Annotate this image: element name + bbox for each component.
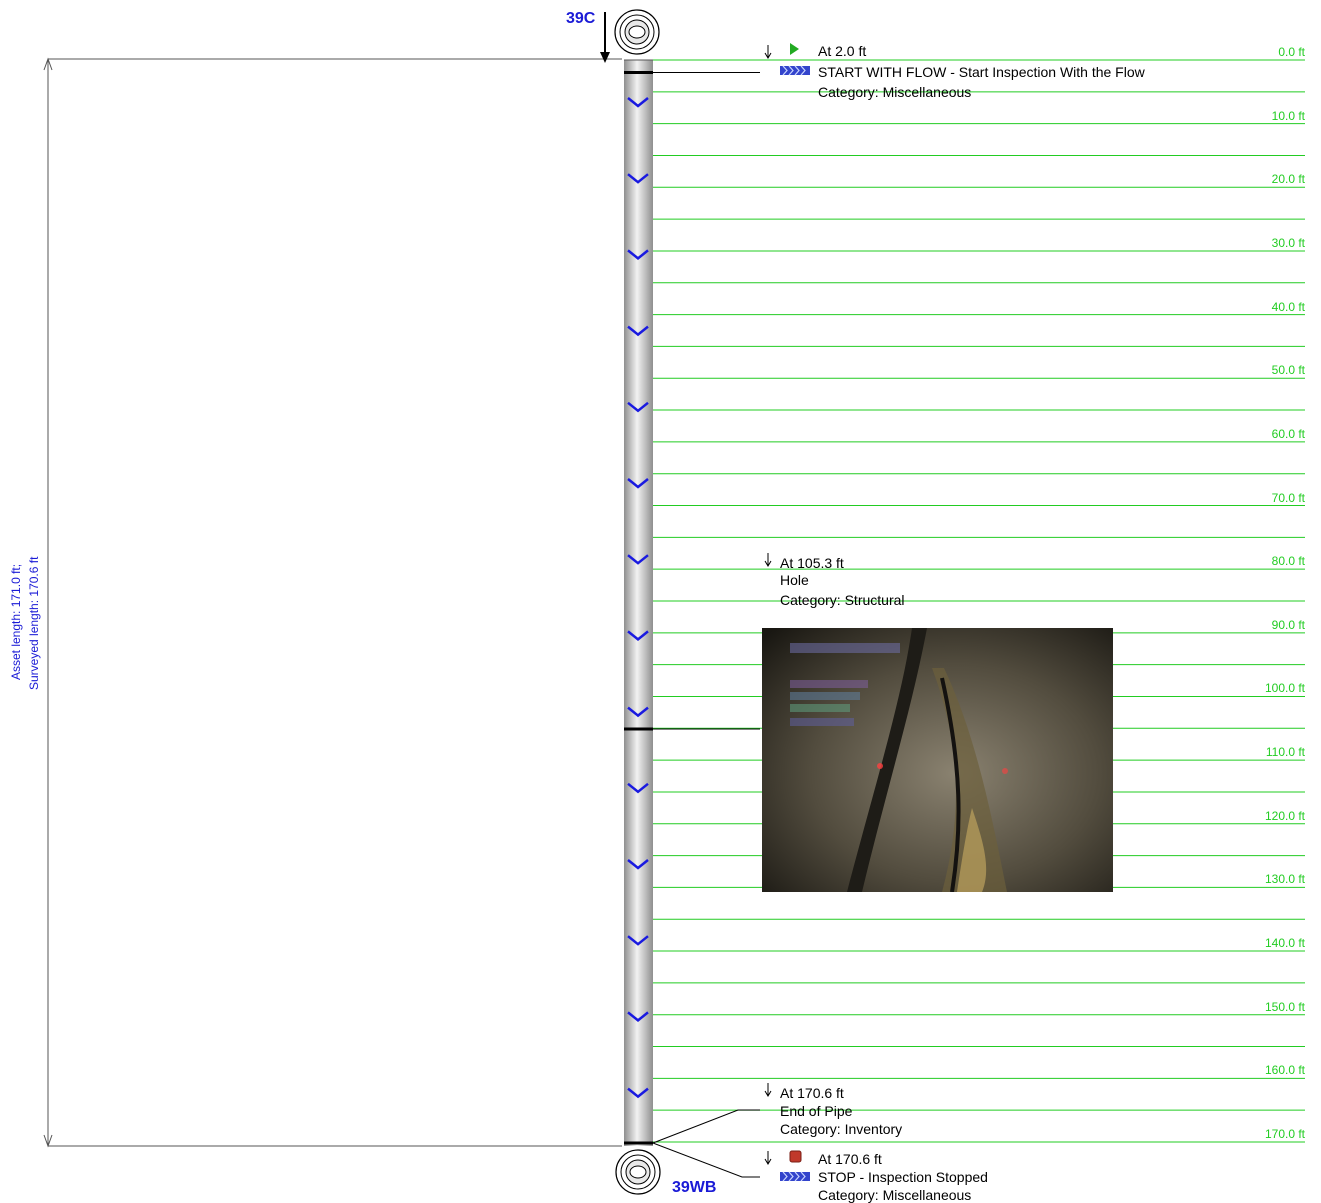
observation-title: Hole: [780, 572, 809, 588]
defect-photo[interactable]: [762, 628, 1113, 892]
scale-label: 110.0 ft: [1265, 745, 1305, 760]
scale-label: 100.0 ft: [1264, 681, 1305, 696]
scale-label: 150.0 ft: [1264, 999, 1305, 1014]
scale-label: 0.0 ft: [1278, 45, 1305, 59]
observation-category: Category: Structural: [780, 592, 905, 608]
scale-label: 50.0 ft: [1271, 363, 1305, 378]
red-stop-icon: [789, 1150, 802, 1163]
pipe-body: [624, 60, 653, 1146]
survey-direction-arrow-icon: [600, 12, 610, 63]
scale-label: 10.0 ft: [1271, 108, 1305, 123]
leader-lines: [652, 72, 760, 1178]
scale-lines: [653, 59, 1305, 1143]
observation-at-text: At 2.0 ft: [818, 43, 867, 59]
upstream-manhole-label: 39C: [566, 10, 596, 27]
observation-title: START WITH FLOW - Start Inspection With …: [818, 64, 1145, 80]
observation-category: Category: Miscellaneous: [818, 84, 972, 100]
green-flag-icon: [790, 43, 799, 55]
observation-at-text: At 170.6 ft: [780, 1085, 844, 1101]
scale-label: 40.0 ft: [1271, 299, 1305, 314]
defect-photo-image: [762, 628, 1113, 892]
observation-arrows: [764, 45, 772, 1165]
scale-label: 120.0 ft: [1264, 808, 1305, 823]
asset-length-text: Asset length: 171.0 ft;: [9, 563, 23, 680]
diagram-canvas: [43, 9, 1305, 1195]
scale-label: 60.0 ft: [1271, 426, 1305, 441]
observation-title: End of Pipe: [780, 1103, 853, 1119]
observation-category: Category: Miscellaneous: [818, 1187, 972, 1203]
scale-label: 90.0 ft: [1271, 617, 1305, 632]
dimension-line: [43, 57, 622, 1148]
scale-label: 140.0 ft: [1264, 936, 1305, 951]
scale-label: 20.0 ft: [1271, 172, 1305, 187]
scale-label: 80.0 ft: [1271, 554, 1305, 569]
surveyed-length-text: Surveyed length: 170.6 ft: [27, 556, 41, 690]
scale-label: 170.0 ft: [1264, 1127, 1305, 1141]
observation-category: Category: Inventory: [780, 1121, 903, 1137]
scale-label: 160.0 ft: [1264, 1063, 1305, 1078]
observation-title: STOP - Inspection Stopped: [818, 1169, 988, 1185]
scale-label: 130.0 ft: [1264, 872, 1305, 887]
observation-at-text: At 105.3 ft: [780, 555, 844, 571]
upstream-manhole-icon[interactable]: [614, 9, 660, 55]
observation-at-text: At 170.6 ft: [818, 1151, 882, 1167]
downstream-manhole-icon[interactable]: [615, 1149, 661, 1195]
scale-label: 70.0 ft: [1271, 490, 1305, 505]
downstream-manhole-label: 39WB: [672, 1179, 717, 1196]
pipe-inspection-diagram: 39C 39WB Asset length: 171.0 ft; Surveye…: [0, 0, 1321, 1203]
flow-strip-icon: [780, 65, 810, 76]
flow-strip-icon: [780, 1171, 810, 1182]
scale-label: 30.0 ft: [1271, 235, 1305, 250]
